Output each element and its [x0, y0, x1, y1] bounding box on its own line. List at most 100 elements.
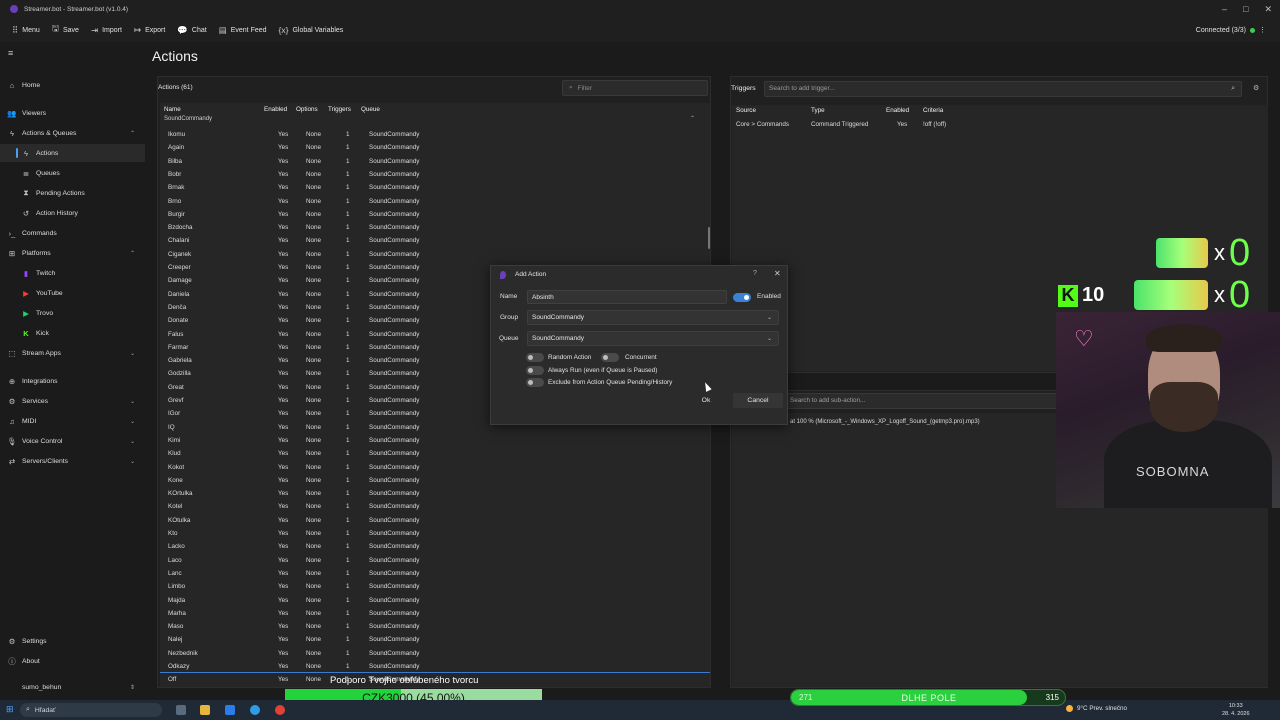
table-row[interactable]: Klud Yes None 1 SoundCommandy: [160, 447, 710, 460]
table-row[interactable]: Nalej Yes None 1 SoundCommandy: [160, 633, 710, 646]
group-select[interactable]: SoundCommandy ⌄: [527, 310, 779, 325]
table-row[interactable]: Ikomu Yes None 1 SoundCommandy: [160, 128, 710, 141]
chevron-up-icon[interactable]: ⌃: [130, 250, 135, 257]
sidebar-item-commands[interactable]: ›_ Commands: [0, 224, 145, 242]
chevron-down-icon[interactable]: ⌄: [130, 398, 135, 405]
concurrent-toggle[interactable]: [601, 353, 619, 362]
name-field[interactable]: [527, 290, 727, 304]
group-header[interactable]: SoundCommandy: [164, 116, 212, 122]
table-row[interactable]: Kone Yes None 1 SoundCommandy: [160, 474, 710, 487]
global-variables-button[interactable]: {x} Global Variables: [279, 25, 344, 35]
trigger-search-input[interactable]: [769, 85, 1209, 92]
table-row[interactable]: Kokot Yes None 1 SoundCommandy: [160, 461, 710, 474]
chat-button[interactable]: 💬 Chat: [177, 25, 206, 36]
weather-widget[interactable]: 9°C Prev. slnečno: [1066, 705, 1127, 712]
search-icon[interactable]: ⌕: [1231, 85, 1235, 93]
col-source[interactable]: Source: [736, 107, 756, 114]
sidebar-item-viewers[interactable]: 👥 Viewers: [0, 104, 145, 122]
event-feed-button[interactable]: ▤ Event Feed: [219, 25, 267, 36]
sidebar-item-kick[interactable]: K Kick: [0, 324, 145, 342]
chevron-up-icon[interactable]: ⌃: [130, 130, 135, 137]
sidebar-item-integrations[interactable]: ⊕ Integrations: [0, 372, 145, 390]
close-icon[interactable]: ✕: [774, 269, 781, 278]
filter-box[interactable]: ⌕: [562, 80, 708, 96]
menu-button[interactable]: ⠿ Menu: [12, 25, 40, 36]
table-row[interactable]: Limbo Yes None 1 SoundCommandy: [160, 580, 710, 593]
task-view-icon[interactable]: [176, 705, 186, 715]
ok-button[interactable]: Ok: [689, 393, 723, 408]
col-triggers[interactable]: Triggers: [328, 106, 351, 113]
sidebar-item-actions-queues[interactable]: ϟ Actions & Queues ⌃: [0, 124, 145, 142]
sidebar-item-services[interactable]: ⚙ Services ⌄: [0, 392, 145, 410]
table-row[interactable]: Laco Yes None 1 SoundCommandy: [160, 554, 710, 567]
col-enabled[interactable]: Enabled: [886, 107, 909, 114]
table-row[interactable]: KOtulka Yes None 1 SoundCommandy: [160, 514, 710, 527]
user-name[interactable]: sumo_behun: [22, 684, 61, 691]
name-input[interactable]: [532, 294, 722, 301]
table-row[interactable]: Again Yes None 1 SoundCommandy: [160, 141, 710, 154]
always-run-toggle[interactable]: [526, 366, 544, 375]
taskbar-search[interactable]: ⌕ Hľadať: [20, 703, 162, 717]
chevron-down-icon[interactable]: ⌄: [130, 458, 135, 465]
chevron-down-icon[interactable]: ⌄: [130, 418, 135, 425]
scrollbar-thumb[interactable]: [708, 227, 710, 249]
help-icon[interactable]: ?: [753, 270, 757, 277]
minimize-icon[interactable]: –: [1222, 4, 1227, 14]
chrome-icon[interactable]: [275, 705, 285, 715]
file-explorer-icon[interactable]: [200, 705, 210, 715]
sidebar-item-pending-actions[interactable]: ⧗ Pending Actions: [0, 184, 145, 202]
sidebar-item-youtube[interactable]: ▶ YouTube: [0, 284, 145, 302]
random-action-toggle[interactable]: [526, 353, 544, 362]
table-row[interactable]: Bzdocha Yes None 1 SoundCommandy: [160, 221, 710, 234]
export-button[interactable]: ↦ Export: [134, 25, 165, 36]
store-icon[interactable]: [225, 705, 235, 715]
table-row[interactable]: Bobr Yes None 1 SoundCommandy: [160, 168, 710, 181]
col-enabled[interactable]: Enabled: [264, 106, 287, 113]
table-row[interactable]: Marha Yes None 1 SoundCommandy: [160, 607, 710, 620]
table-row[interactable]: Kimi Yes None 1 SoundCommandy: [160, 434, 710, 447]
table-row[interactable]: Lacko Yes None 1 SoundCommandy: [160, 540, 710, 553]
table-row[interactable]: Brnak Yes None 1 SoundCommandy: [160, 181, 710, 194]
table-row[interactable]: Maso Yes None 1 SoundCommandy: [160, 620, 710, 633]
chevron-down-icon[interactable]: ⌄: [130, 350, 135, 357]
col-queue[interactable]: Queue: [361, 106, 380, 113]
col-options[interactable]: Options: [296, 106, 318, 113]
sidebar-item-actions[interactable]: ϟ Actions: [0, 144, 145, 162]
table-row[interactable]: Brno Yes None 1 SoundCommandy: [160, 195, 710, 208]
sidebar-item-settings[interactable]: ⚙ Settings: [0, 632, 145, 650]
sidebar-item-trovo[interactable]: ▶ Trovo: [0, 304, 145, 322]
save-button[interactable]: 🖫 Save: [52, 23, 79, 37]
table-row[interactable]: Bilba Yes None 1 SoundCommandy: [160, 155, 710, 168]
connection-status[interactable]: Connected (3/3) ⋮: [1196, 18, 1266, 42]
queue-select[interactable]: SoundCommandy ⌄: [527, 331, 779, 346]
col-name[interactable]: Name: [164, 106, 181, 113]
sidebar-item-midi[interactable]: ♫ MIDI ⌄: [0, 412, 145, 430]
table-row[interactable]: Ciganek Yes None 1 SoundCommandy: [160, 248, 710, 261]
table-row[interactable]: KOrtulka Yes None 1 SoundCommandy: [160, 487, 710, 500]
close-window-icon[interactable]: ✕: [1264, 4, 1272, 15]
table-row[interactable]: Majda Yes None 1 SoundCommandy: [160, 594, 710, 607]
sidebar-item-stream-apps[interactable]: ⬚ Stream Apps ⌄: [0, 344, 145, 362]
col-type[interactable]: Type: [811, 107, 825, 114]
sidebar-item-servers-clients[interactable]: ⇄ Servers/Clients ⌄: [0, 452, 145, 470]
hamburger-icon[interactable]: ≡: [8, 48, 13, 58]
exclude-toggle[interactable]: [526, 378, 544, 387]
sidebar-item-voice-control[interactable]: 🎙 Voice Control ⌄: [0, 432, 145, 450]
chevron-updown-icon[interactable]: ⇕: [130, 684, 135, 691]
subaction-row[interactable]: at 100 % (Microsoft_-_Windows_XP_Logoff_…: [790, 419, 980, 425]
maximize-icon[interactable]: □: [1243, 4, 1248, 14]
sidebar-item-platforms[interactable]: ⊞ Platforms ⌃: [0, 244, 145, 262]
chevron-up-icon[interactable]: ⌃: [690, 115, 695, 122]
table-row[interactable]: Burgir Yes None 1 SoundCommandy: [160, 208, 710, 221]
table-row[interactable]: Kotel Yes None 1 SoundCommandy: [160, 500, 710, 513]
taskbar-clock[interactable]: 10:33 28. 4. 2026: [1222, 702, 1250, 718]
edge-icon[interactable]: [250, 705, 260, 715]
col-criteria[interactable]: Criteria: [923, 107, 943, 114]
chevron-down-icon[interactable]: ⌄: [130, 438, 135, 445]
sidebar-item-action-history[interactable]: ↺ Action History: [0, 204, 145, 222]
table-row[interactable]: Kto Yes None 1 SoundCommandy: [160, 527, 710, 540]
sidebar-item-twitch[interactable]: ▮ Twitch: [0, 264, 145, 282]
table-row[interactable]: Nezbednik Yes None 1 SoundCommandy: [160, 647, 710, 660]
table-row[interactable]: Lanc Yes None 1 SoundCommandy: [160, 567, 710, 580]
table-row[interactable]: Chalani Yes None 1 SoundCommandy: [160, 234, 710, 247]
